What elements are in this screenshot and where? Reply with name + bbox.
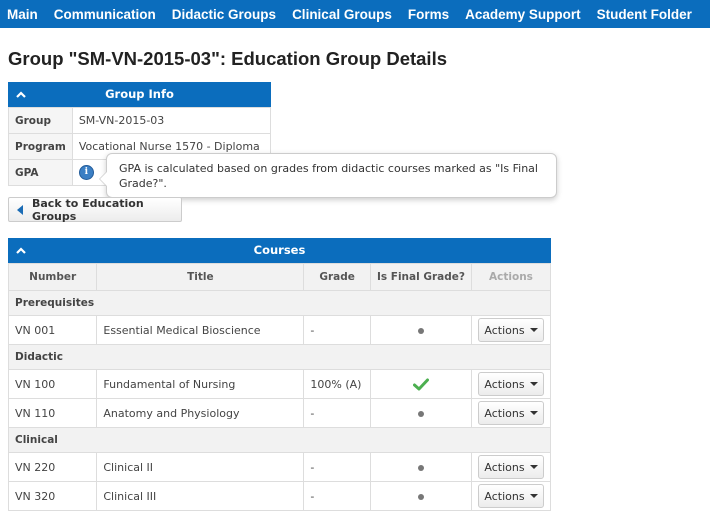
dot-icon [417,464,424,471]
course-grade: - [303,481,371,511]
actions-label: Actions [484,406,525,420]
info-label: Program [8,133,73,160]
gpa-tooltip: GPA is calculated based on grades from d… [99,153,557,198]
course-number: VN 110 [7,398,98,428]
course-title: Essential Medical Bioscience [96,315,305,345]
info-value: SM-VN-2015-03 [71,107,272,134]
courses-panel: Courses Number Title Grade Is Final Grad… [7,238,552,511]
back-to-education-groups-button[interactable]: Back to Education Groups [8,196,182,223]
section-row: Prerequisites [8,290,551,316]
caret-down-icon [529,494,538,498]
course-number: VN 001 [7,315,98,345]
group-info-heading: Group Info [8,82,271,107]
col-is-final-grade: Is Final Grade? [369,263,472,291]
actions-button[interactable]: Actions [477,318,544,342]
col-actions: Actions [470,263,552,291]
caret-down-icon [529,465,538,469]
final-grade-cell [369,315,472,345]
col-title: Title [96,263,305,291]
courses-title: Courses [253,243,306,257]
course-grade: 100% (A) [303,369,371,399]
table-row: VN 320 Clinical III - Actions [7,481,552,511]
top-nav: Main Communication Didactic Groups Clini… [0,0,710,28]
nav-clinical-groups[interactable]: Clinical Groups [292,7,392,22]
dot-icon [417,327,424,334]
actions-label: Actions [484,489,525,503]
course-grade: - [303,398,371,428]
section-title: Prerequisites [8,290,551,316]
back-button-label: Back to Education Groups [32,196,144,223]
page-title: Group "SM-VN-2015-03": Education Group D… [8,48,447,69]
nav-didactic-groups[interactable]: Didactic Groups [172,7,276,22]
actions-cell: Actions [470,452,552,482]
actions-label: Actions [484,377,525,391]
course-title: Clinical II [96,452,305,482]
final-grade-cell [369,369,472,399]
courses-table: Number Title Grade Is Final Grade? Actio… [7,263,552,511]
dot-icon [417,493,424,500]
chevron-up-icon[interactable] [16,90,26,100]
info-label: Group [8,107,73,134]
actions-button[interactable]: Actions [477,401,544,425]
dot-icon [417,410,424,417]
section-row: Didactic [8,344,551,370]
col-number: Number [7,263,98,291]
info-icon[interactable]: i [78,165,94,180]
actions-label: Actions [484,323,525,337]
caret-down-icon [529,382,538,386]
nav-communication[interactable]: Communication [54,7,156,22]
table-row: VN 220 Clinical II - Actions [7,452,552,482]
course-title: Fundamental of Nursing [96,369,305,399]
info-row-group: Group SM-VN-2015-03 [8,107,272,134]
section-title: Clinical [8,427,551,453]
table-row: VN 110 Anatomy and Physiology - Actions [7,398,552,428]
final-grade-cell [369,398,472,428]
courses-header-row: Number Title Grade Is Final Grade? Actio… [7,263,552,291]
table-row: VN 100 Fundamental of Nursing 100% (A) A… [7,369,552,399]
actions-label: Actions [484,460,525,474]
course-title: Clinical III [96,481,305,511]
course-number: VN 220 [7,452,98,482]
section-title: Didactic [8,344,551,370]
col-grade: Grade [303,263,371,291]
course-number: VN 100 [7,369,98,399]
actions-button[interactable]: Actions [477,455,544,479]
tooltip-arrow [99,171,107,187]
course-title: Anatomy and Physiology [96,398,305,428]
nav-main[interactable]: Main [7,7,38,22]
check-icon [412,378,429,391]
actions-cell: Actions [470,369,552,399]
table-row: VN 001 Essential Medical Bioscience - Ac… [7,315,552,345]
final-grade-cell [369,452,472,482]
chevron-up-icon[interactable] [16,246,26,256]
info-label: GPA [8,159,73,186]
actions-cell: Actions [470,315,552,345]
nav-academy-support[interactable]: Academy Support [465,7,581,22]
course-grade: - [303,452,371,482]
courses-heading: Courses [8,238,551,263]
nav-forms[interactable]: Forms [408,7,449,22]
tooltip-text: GPA is calculated based on grades from d… [119,162,538,190]
caret-down-icon [529,328,538,332]
caret-down-icon [529,411,538,415]
actions-cell: Actions [470,481,552,511]
group-info-title: Group Info [105,87,174,101]
actions-button[interactable]: Actions [477,484,544,508]
final-grade-cell [369,481,472,511]
nav-student-folder[interactable]: Student Folder [597,7,692,22]
actions-button[interactable]: Actions [477,372,544,396]
back-arrow-icon [17,204,23,215]
course-number: VN 320 [7,481,98,511]
section-row: Clinical [8,427,551,453]
course-grade: - [303,315,371,345]
actions-cell: Actions [470,398,552,428]
